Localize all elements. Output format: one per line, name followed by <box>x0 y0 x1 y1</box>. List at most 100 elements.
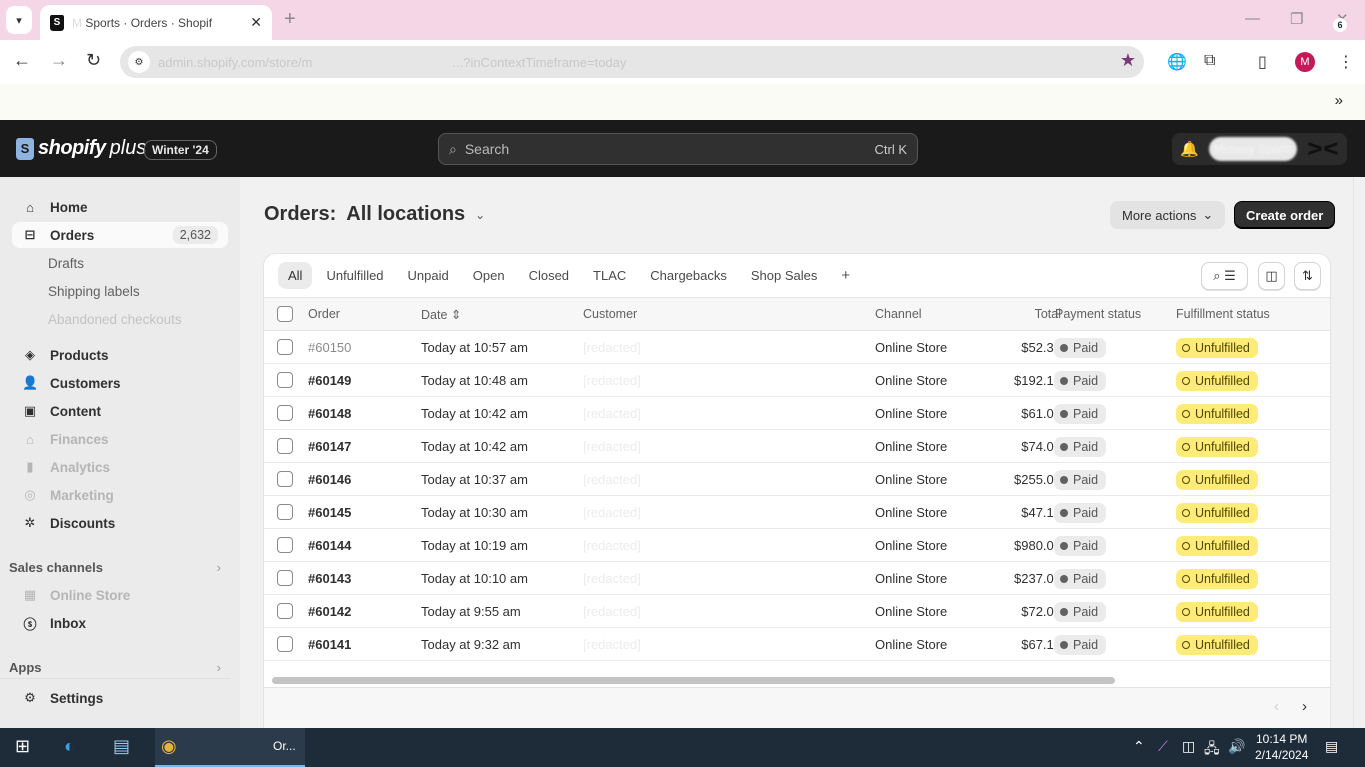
sidebar-item-customers[interactable]: 👤 Customers <box>12 370 228 396</box>
create-order-button[interactable]: Create order <box>1234 201 1336 229</box>
table-row[interactable]: #60146 Today at 10:37 am [redacted] Online … <box>264 463 1330 496</box>
more-actions-button[interactable]: More actions ⌄ <box>1110 201 1226 229</box>
sort-button[interactable]: ⇅ <box>1294 262 1321 290</box>
table-row[interactable]: #60148 Today at 10:42 am [redacted] Online … <box>264 397 1330 430</box>
notepad-icon[interactable]: ▤ <box>113 736 130 757</box>
browser-tab-orders[interactable]: S M Sports · Orders · Shopif ✕ <box>40 5 272 40</box>
bookmarks-overflow-icon[interactable]: » <box>1335 92 1343 109</box>
chevron-down-icon[interactable]: ⌄ <box>475 208 485 222</box>
new-tab-button[interactable]: + <box>284 8 296 31</box>
volume-icon[interactable]: 🔊 <box>1228 738 1245 755</box>
table-row[interactable]: #60143 Today at 10:10 am [redacted] Online … <box>264 562 1330 595</box>
edge-icon[interactable]: ◐ <box>64 736 75 757</box>
order-number-link[interactable]: #60147 <box>308 439 351 454</box>
address-bar[interactable]: ⚙ admin.shopify.com/store/m ...?inContex… <box>120 46 1144 78</box>
sidebar-item-marketing[interactable]: ◎ Marketing <box>12 482 228 508</box>
tab-open[interactable]: Open <box>463 262 515 289</box>
sidebar-item-orders[interactable]: ⊟ Orders 2,632 <box>12 222 228 248</box>
row-checkbox[interactable] <box>277 372 293 388</box>
next-page-button[interactable]: › <box>1302 698 1307 715</box>
sidebar-item-online-store[interactable]: ▦ Online Store <box>12 582 228 608</box>
column-header-order[interactable]: Order <box>308 307 340 321</box>
tab-shop-sales[interactable]: Shop Sales <box>741 262 828 289</box>
order-number-link[interactable]: #60141 <box>308 637 351 652</box>
forward-button[interactable]: → <box>50 50 68 71</box>
location-selector[interactable]: All locations <box>346 203 465 226</box>
table-row[interactable]: #60149 Today at 10:48 am [redacted] Online … <box>264 364 1330 397</box>
network-icon[interactable]: 🖧 <box>1204 738 1220 762</box>
tab-tlac[interactable]: TLAC <box>583 262 636 289</box>
customer-name-redacted[interactable]: [redacted] <box>583 472 641 487</box>
minimize-window-button[interactable]: — <box>1245 10 1260 27</box>
search-filter-button[interactable]: ⌕ ☰ <box>1201 262 1248 290</box>
column-header-payment-status[interactable]: Payment status <box>1055 307 1141 321</box>
column-header-date[interactable]: Date ⇕ <box>421 307 461 322</box>
tab-search-button[interactable]: ▾ <box>6 6 32 34</box>
row-checkbox[interactable] <box>277 471 293 487</box>
browser-menu-icon[interactable]: ⋮ <box>1338 52 1354 72</box>
order-number-link[interactable]: #60143 <box>308 571 351 586</box>
order-number-link[interactable]: #60148 <box>308 406 351 421</box>
admin-search[interactable]: ⌕ Ctrl K <box>438 133 918 165</box>
customer-name-redacted[interactable]: [redacted] <box>583 604 641 619</box>
customer-name-redacted[interactable]: [redacted] <box>583 406 641 421</box>
column-header-customer[interactable]: Customer <box>583 307 637 321</box>
sidebar-item-content[interactable]: ▣ Content <box>12 398 228 424</box>
sales-channels-heading[interactable]: Sales channels › <box>9 560 221 575</box>
horizontal-scrollbar[interactable] <box>272 677 1115 684</box>
table-row[interactable]: #60141 Today at 9:32 am [redacted] Online S… <box>264 628 1330 661</box>
select-all-checkbox[interactable] <box>277 306 293 322</box>
order-number-link[interactable]: #60150 <box>308 340 351 355</box>
row-checkbox[interactable] <box>277 339 293 355</box>
camera-icon[interactable]: ◫ <box>1182 738 1195 755</box>
sidebar-item-inbox[interactable]: ⓢ Inbox <box>12 610 228 636</box>
shopify-plus-logo[interactable]: S shopify plus <box>16 137 146 160</box>
table-row[interactable]: #60144 Today at 10:19 am [redacted] Online … <box>264 529 1330 562</box>
sidebar-item-products[interactable]: ◈ Products <box>12 342 228 368</box>
taskbar-clock[interactable]: 10:14 PM 2/14/2024 <box>1255 731 1308 763</box>
column-header-total[interactable]: Total <box>971 307 1061 321</box>
add-view-button[interactable]: + <box>831 261 860 290</box>
sidebar-item-shipping-labels[interactable]: Shipping labels <box>48 284 140 299</box>
tray-overflow-icon[interactable]: ⌃ <box>1133 738 1145 755</box>
order-number-link[interactable]: #60145 <box>308 505 351 520</box>
side-panel-icon[interactable]: ▯ <box>1258 52 1267 72</box>
sidebar-item-home[interactable]: ⌂ Home <box>12 194 228 220</box>
bookmark-star-icon[interactable]: ★ <box>1120 50 1136 71</box>
feather-app-icon[interactable]: ⟋ <box>1158 738 1168 755</box>
page-scrollbar[interactable] <box>1353 177 1365 728</box>
sidebar-item-finances[interactable]: ⌂ Finances <box>12 426 228 452</box>
reload-button[interactable]: ↻ <box>86 50 101 71</box>
close-tab-icon[interactable]: ✕ <box>250 14 262 31</box>
row-checkbox[interactable] <box>277 537 293 553</box>
profile-avatar[interactable]: M <box>1295 52 1315 72</box>
sidebar-item-drafts[interactable]: Drafts <box>48 256 84 271</box>
translate-icon[interactable]: 🌐 <box>1167 52 1187 72</box>
customer-name-redacted[interactable]: [redacted] <box>583 571 641 586</box>
row-checkbox[interactable] <box>277 603 293 619</box>
sidebar-item-abandoned-checkouts[interactable]: Abandoned checkouts <box>48 312 182 327</box>
extensions-icon[interactable]: ⧉ <box>1204 52 1215 70</box>
sidebar-item-settings[interactable]: ⚙ Settings <box>12 685 228 711</box>
table-row[interactable]: #60145 Today at 10:30 am [redacted] Online … <box>264 496 1330 529</box>
back-button[interactable]: ← <box>13 50 31 71</box>
order-number-link[interactable]: #60146 <box>308 472 351 487</box>
apps-heading[interactable]: Apps › <box>9 660 221 675</box>
order-number-link[interactable]: #60149 <box>308 373 351 388</box>
windows-start-icon[interactable]: ⊞ <box>15 736 30 757</box>
restore-window-button[interactable]: ❐ <box>1290 10 1303 28</box>
customer-name-redacted[interactable]: [redacted] <box>583 340 641 355</box>
tab-unpaid[interactable]: Unpaid <box>398 262 459 289</box>
search-input[interactable] <box>464 141 875 157</box>
row-checkbox[interactable] <box>277 636 293 652</box>
edition-badge[interactable]: Winter '24 <box>144 140 217 160</box>
column-header-channel[interactable]: Channel <box>875 307 922 321</box>
customer-name-redacted[interactable]: [redacted] <box>583 538 641 553</box>
site-info-icon[interactable]: ⚙ <box>128 51 150 73</box>
column-header-fulfillment-status[interactable]: Fulfillment status <box>1176 307 1270 321</box>
table-row[interactable]: #60150 Today at 10:57 am [redacted] Online … <box>264 331 1330 364</box>
table-row[interactable]: #60142 Today at 9:55 am [redacted] Online S… <box>264 595 1330 628</box>
row-checkbox[interactable] <box>277 504 293 520</box>
customer-name-redacted[interactable]: [redacted] <box>583 505 641 520</box>
action-center-icon[interactable]: ▤ <box>1325 738 1338 755</box>
